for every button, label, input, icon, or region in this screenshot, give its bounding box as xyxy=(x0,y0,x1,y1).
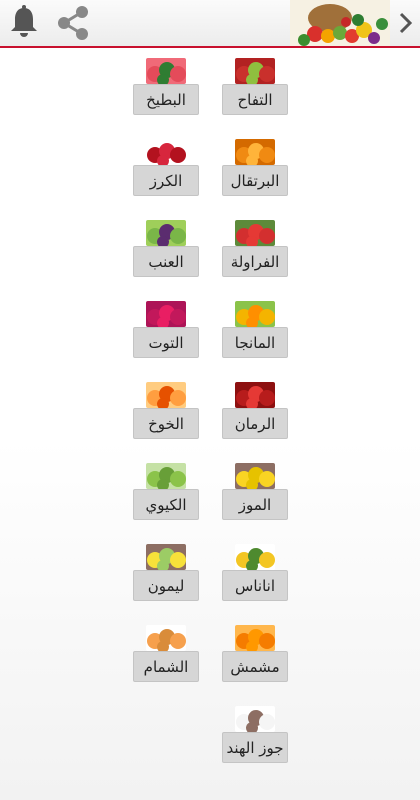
fruit-item-pineapple[interactable]: اناناس xyxy=(222,544,288,602)
cantaloupe-image xyxy=(146,625,186,651)
apples-image xyxy=(235,58,275,84)
fruit-button-kiwis[interactable]: الكيوي xyxy=(133,489,199,520)
fruit-item-apples[interactable]: التفاح xyxy=(222,58,288,116)
fruit-button-pineapple[interactable]: اناناس xyxy=(222,570,288,601)
apricots-image xyxy=(235,625,275,651)
fruit-button-cherries[interactable]: الكرز xyxy=(133,165,199,196)
pomegranates-image xyxy=(235,382,275,408)
fruit-item-mangoes[interactable]: المانجا xyxy=(222,301,288,359)
fruit-item-peaches[interactable]: الخوخ xyxy=(133,382,199,440)
fruit-item-cantaloupe[interactable]: الشمام xyxy=(133,625,199,683)
fruit-button-lemons[interactable]: ليمون xyxy=(133,570,199,601)
fruit-button-apricots[interactable]: مشمش xyxy=(222,651,288,682)
bananas-image xyxy=(235,463,275,489)
fruit-button-peaches[interactable]: الخوخ xyxy=(133,408,199,439)
fruit-item-watermelon[interactable]: البطيخ xyxy=(133,58,199,116)
fruit-item-oranges[interactable]: البرتقال xyxy=(222,139,288,197)
fruit-item-pomegranates[interactable]: الرمان xyxy=(222,382,288,440)
fruit-item-bananas[interactable]: الموز xyxy=(222,463,288,521)
grapes-image xyxy=(146,220,186,246)
fruit-button-watermelon[interactable]: البطيخ xyxy=(133,84,199,115)
fruit-button-apples[interactable]: التفاح xyxy=(222,84,288,115)
fruit-button-pomegranates[interactable]: الرمان xyxy=(222,408,288,439)
kiwis-image xyxy=(146,463,186,489)
watermelon-image xyxy=(146,58,186,84)
share-icon[interactable] xyxy=(55,4,91,42)
fruit-button-oranges[interactable]: البرتقال xyxy=(222,165,288,196)
chevron-right-icon[interactable] xyxy=(395,8,417,38)
fruit-item-kiwis[interactable]: الكيوي xyxy=(133,463,199,521)
fruit-item-coconut[interactable]: جوز الهند xyxy=(222,706,288,764)
fruit-button-mangoes[interactable]: المانجا xyxy=(222,327,288,358)
fruit-button-coconut[interactable]: جوز الهند xyxy=(222,732,288,763)
fruit-item-lemons[interactable]: ليمون xyxy=(133,544,199,602)
fruit-item-grapes[interactable]: العنب xyxy=(133,220,199,278)
top-toolbar xyxy=(0,0,420,48)
fruit-button-bananas[interactable]: الموز xyxy=(222,489,288,520)
bell-icon[interactable] xyxy=(8,5,40,39)
pineapple-image xyxy=(235,544,275,570)
fruit-item-raspberries[interactable]: التوت xyxy=(133,301,199,359)
mangoes-image xyxy=(235,301,275,327)
strawberries-image xyxy=(235,220,275,246)
coconut-image xyxy=(235,706,275,732)
fruit-button-cantaloupe[interactable]: الشمام xyxy=(133,651,199,682)
fruit-item-strawberries[interactable]: الفراولة xyxy=(222,220,288,278)
raspberries-image xyxy=(146,301,186,327)
peaches-image xyxy=(146,382,186,408)
fruit-button-grapes[interactable]: العنب xyxy=(133,246,199,277)
fruit-button-raspberries[interactable]: التوت xyxy=(133,327,199,358)
fruit-button-strawberries[interactable]: الفراولة xyxy=(222,246,288,277)
cherries-image xyxy=(146,139,186,165)
fruit-item-cherries[interactable]: الكرز xyxy=(133,139,199,197)
fruit-item-apricots[interactable]: مشمش xyxy=(222,625,288,683)
oranges-image xyxy=(235,139,275,165)
lemons-image xyxy=(146,544,186,570)
fruits-vegetables-banner-image xyxy=(290,0,390,46)
